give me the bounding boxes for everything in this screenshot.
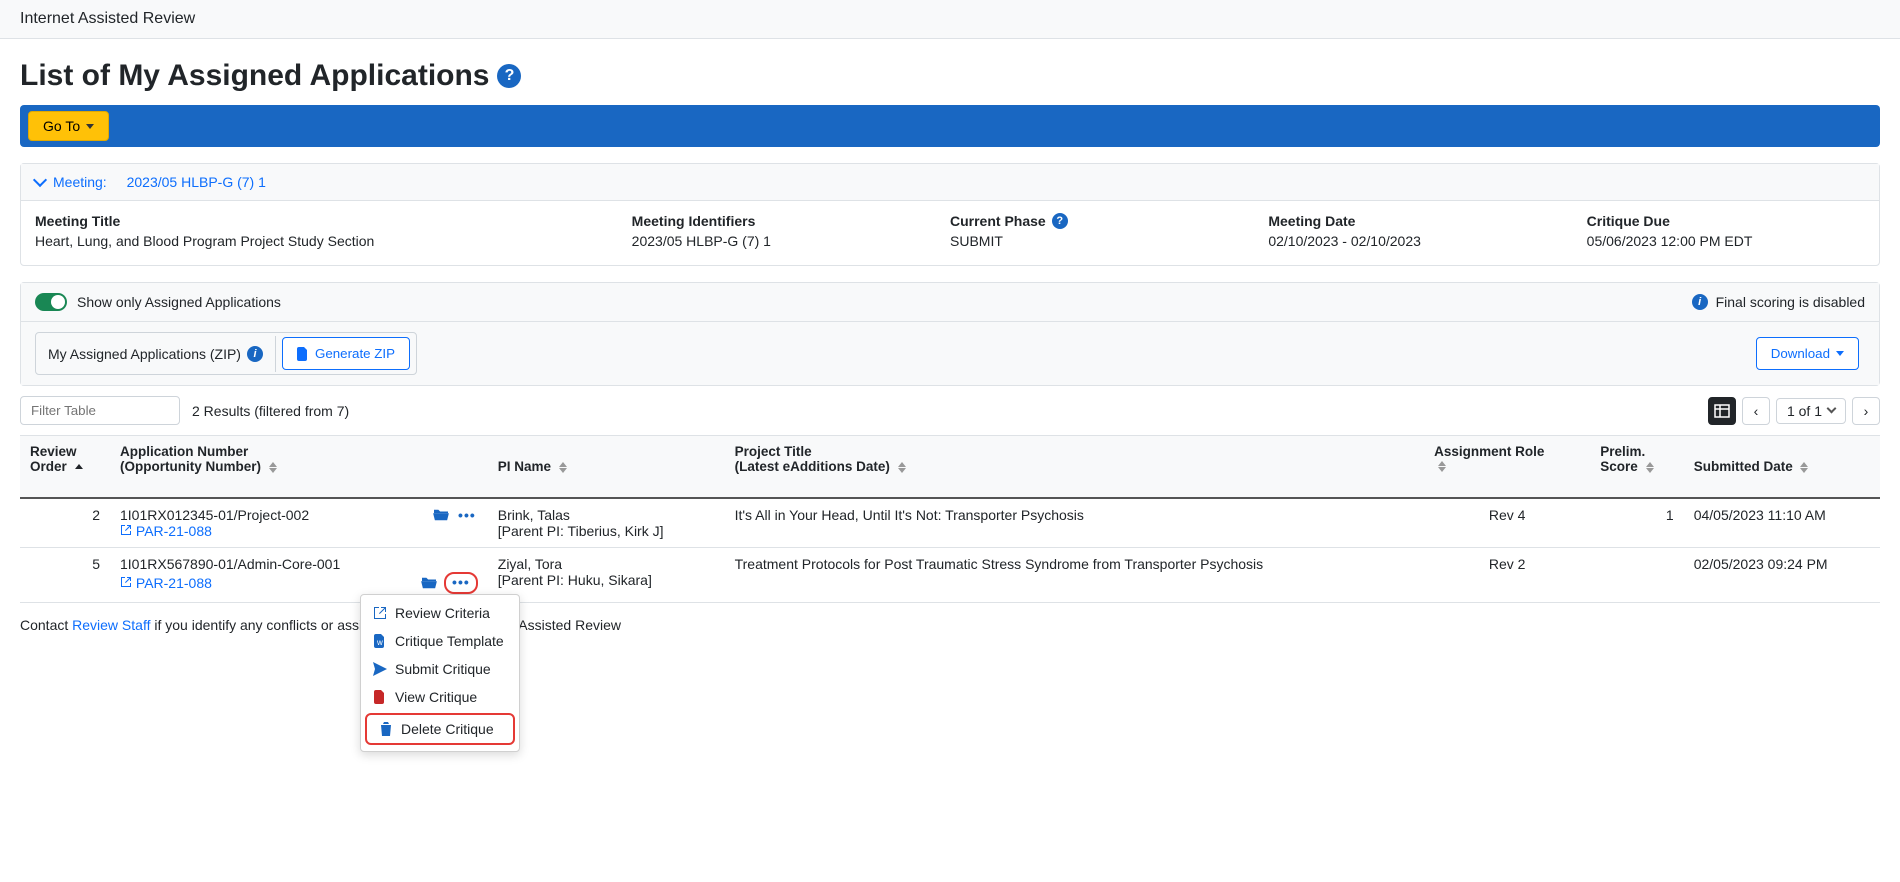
cell-app-number: 1I01RX012345-01/Project-002 [120, 507, 309, 523]
meeting-title-value: Heart, Lung, and Blood Program Project S… [35, 233, 592, 249]
filter-input[interactable] [20, 396, 180, 425]
meeting-collapse-header[interactable]: Meeting: 2023/05 HLBP-G (7) 1 [21, 164, 1879, 201]
col-prelim-score[interactable]: Prelim. Score [1590, 436, 1683, 499]
menu-submit-critique[interactable]: Submit Critique [361, 655, 519, 683]
chevron-down-icon [33, 173, 47, 187]
menu-critique-template[interactable]: w Critique Template [361, 627, 519, 655]
meeting-date-value: 02/10/2023 - 02/10/2023 [1268, 233, 1546, 249]
col-application-number[interactable]: Application Number (Opportunity Number) [110, 436, 488, 499]
menu-review-criteria[interactable]: Review Criteria [361, 599, 519, 627]
file-word-icon: w [373, 634, 387, 648]
table-row: 2 1I01RX012345-01/Project-002 ••• PAR-21… [20, 498, 1880, 548]
results-text: 2 Results (filtered from 7) [192, 403, 349, 419]
critique-due-label: Critique Due [1587, 213, 1865, 229]
review-staff-link[interactable]: Review Staff [72, 617, 150, 633]
app-name: Internet Assisted Review [20, 10, 195, 27]
external-link-icon [120, 524, 132, 536]
col-submitted-date[interactable]: Submitted Date [1684, 436, 1880, 499]
meeting-identifiers-label: Meeting Identifiers [632, 213, 910, 229]
menu-delete-critique[interactable]: Delete Critique [365, 713, 515, 745]
zip-box: My Assigned Applications (ZIP) i Generat… [35, 332, 417, 375]
goto-button[interactable]: Go To [28, 111, 109, 141]
cell-parent-pi: [Parent PI: Huku, Sikara] [498, 572, 715, 588]
info-icon[interactable]: i [1692, 294, 1708, 310]
svg-text:w: w [376, 638, 383, 647]
col-project-title[interactable]: Project Title (Latest eAdditions Date) [725, 436, 1425, 499]
row-actions-menu: Review Criteria w Critique Template Subm… [360, 594, 520, 752]
opportunity-link[interactable]: PAR-21-088 [120, 523, 212, 539]
next-page-button[interactable]: › [1852, 397, 1880, 425]
download-button[interactable]: Download [1756, 337, 1859, 370]
show-assigned-toggle[interactable] [35, 293, 67, 311]
cell-role: Rev 2 [1424, 548, 1590, 603]
generate-zip-button[interactable]: Generate ZIP [282, 337, 410, 370]
cell-review-order: 5 [20, 548, 110, 603]
meeting-identifiers-value: 2023/05 HLBP-G (7) 1 [632, 233, 910, 249]
caret-down-icon [86, 124, 94, 129]
sort-asc-icon [75, 464, 83, 469]
cell-submitted: 02/05/2023 09:24 PM [1684, 548, 1880, 603]
current-phase-label: Current Phase ? [950, 213, 1228, 229]
cell-submitted: 04/05/2023 11:10 AM [1684, 498, 1880, 548]
prev-page-button[interactable]: ‹ [1742, 397, 1770, 425]
cell-role: Rev 4 [1424, 498, 1590, 548]
col-review-order[interactable]: Review Order [20, 436, 110, 499]
show-assigned-label: Show only Assigned Applications [77, 294, 281, 310]
caret-down-icon [1836, 351, 1844, 356]
help-icon[interactable]: ? [497, 64, 521, 88]
chevron-down-icon [1827, 404, 1837, 414]
opportunity-link[interactable]: PAR-21-088 [120, 575, 212, 591]
col-pi-name[interactable]: PI Name [488, 436, 725, 499]
file-zip-icon [297, 347, 309, 361]
footer-contact: Contact Review Staff if you identify any… [20, 603, 1880, 647]
row-actions-button[interactable]: ••• [444, 572, 478, 594]
action-bar: Go To [20, 105, 1880, 147]
page-info[interactable]: 1 of 1 [1776, 398, 1846, 424]
send-icon [373, 662, 387, 676]
trash-icon [379, 722, 393, 736]
meeting-title-label: Meeting Title [35, 213, 592, 229]
help-phase-icon[interactable]: ? [1052, 213, 1068, 229]
folder-open-icon[interactable] [420, 576, 438, 590]
cell-score: 1 [1590, 498, 1683, 548]
meeting-date-label: Meeting Date [1268, 213, 1546, 229]
cell-score [1590, 548, 1683, 603]
page-title: List of My Assigned Applications [20, 59, 489, 93]
applications-table: Review Order Application Number (Opportu… [20, 435, 1880, 603]
cell-review-order: 2 [20, 498, 110, 548]
current-phase-value: SUBMIT [950, 233, 1228, 249]
cell-pi-name: Ziyal, Tora [498, 556, 715, 572]
table-row: 5 1I01RX567890-01/Admin-Core-001 PAR-21-… [20, 548, 1880, 603]
scoring-status: Final scoring is disabled [1716, 294, 1865, 310]
external-link-icon [373, 606, 387, 620]
top-bar: Internet Assisted Review [0, 0, 1900, 39]
row-actions-button[interactable]: ••• [456, 507, 478, 523]
cell-project-title: Treatment Protocols for Post Traumatic S… [725, 548, 1425, 603]
col-assignment-role[interactable]: Assignment Role . [1424, 436, 1590, 499]
cell-app-number: 1I01RX567890-01/Admin-Core-001 [120, 556, 340, 572]
critique-due-value: 05/06/2023 12:00 PM EDT [1587, 233, 1865, 249]
menu-view-critique[interactable]: View Critique [361, 683, 519, 711]
file-pdf-icon [373, 690, 387, 704]
table-view-icon[interactable] [1708, 397, 1736, 425]
zip-label: My Assigned Applications (ZIP) [48, 346, 241, 362]
zip-info-icon[interactable]: i [247, 346, 263, 362]
cell-pi-name: Brink, Talas [498, 507, 715, 523]
folder-open-icon[interactable] [432, 508, 450, 522]
external-link-icon [120, 576, 132, 588]
cell-parent-pi: [Parent PI: Tiberius, Kirk J] [498, 523, 715, 539]
cell-project-title: It's All in Your Head, Until It's Not: T… [725, 498, 1425, 548]
meeting-details: Meeting Title Heart, Lung, and Blood Pro… [21, 201, 1879, 265]
